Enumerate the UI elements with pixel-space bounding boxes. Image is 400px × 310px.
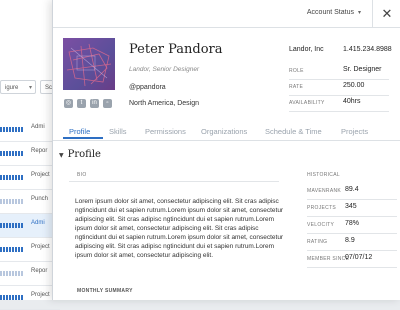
background-list-row[interactable]: Repor — [0, 262, 60, 286]
historical-key: MAVENRANK — [307, 188, 342, 194]
company-name: Landor, Inc — [289, 46, 324, 53]
progress-bars — [0, 199, 24, 204]
background-filter-label-2: Sc — [45, 85, 53, 91]
bio-text: Lorem ipsum dolor sit amet, consectetur … — [75, 198, 284, 259]
dribbble-icon[interactable]: ◎ — [64, 99, 73, 108]
field-value: 250.00 — [343, 82, 365, 89]
profile-subtitle: Landor, Senior Designer — [129, 66, 200, 73]
divider — [69, 181, 279, 182]
active-tab-indicator — [63, 137, 103, 139]
background-list-row[interactable]: Admi — [0, 118, 60, 142]
bio-label: BIO — [77, 172, 87, 178]
close-button[interactable]: ✕ — [372, 0, 400, 27]
profile-tabs: Profile Skills Permissions Organizations… — [53, 124, 400, 141]
historical-row: MAVENRANK 89.4 — [307, 182, 397, 200]
background-list-row[interactable]: Project — [0, 286, 60, 310]
historical-row: VELOCITY 78% — [307, 216, 397, 234]
chevron-down-icon: ▾ — [357, 10, 361, 16]
progress-bars — [0, 127, 24, 132]
profile-location: North America, Design — [129, 100, 200, 107]
progress-bars — [0, 295, 24, 300]
company-contact: Landor, Inc 1.415.234.8988 — [289, 46, 399, 53]
close-icon: ✕ — [381, 6, 393, 21]
historical-key: MEMBER SINCE — [307, 256, 350, 262]
account-status-dropdown[interactable]: Account Status ▾ — [307, 9, 361, 16]
historical-row: RATING 8.9 — [307, 233, 397, 251]
caret-down-icon: ▼ — [59, 152, 64, 159]
historical-key: VELOCITY — [307, 222, 335, 228]
field-availability: AVAILABILITY 40hrs — [289, 95, 389, 112]
social-links: ◎ t in ▫ — [64, 99, 112, 108]
twitter-icon[interactable]: t — [77, 99, 86, 108]
background-list-label: Project — [31, 292, 50, 298]
background-list-label: Repor — [31, 268, 48, 274]
background-list-label: Project — [31, 172, 50, 178]
historical-row: MEMBER SINCE 07/07/12 — [307, 250, 397, 268]
background-list-label: Project — [31, 244, 50, 250]
field-label: AVAILABILITY — [289, 100, 325, 106]
historical-value: 345 — [345, 203, 357, 210]
avatar-image — [66, 43, 112, 87]
background-list-label: Punch — [31, 196, 49, 202]
profile-panel: Account Status ▾ ✕ Peter Pandora Landor, … — [52, 0, 400, 300]
profile-name: Peter Pandora — [129, 42, 223, 57]
background-list: Admi Repor Project Punch Admi Project Repor Pro… — [0, 118, 60, 310]
background-list-row[interactable]: Project — [0, 166, 60, 190]
historical-key: RATING — [307, 239, 328, 245]
field-rate: RATE 250.00 — [289, 79, 389, 96]
progress-bars — [0, 223, 24, 228]
background-list-label: Admi — [31, 220, 45, 226]
historical-value: 89.4 — [345, 186, 359, 193]
phone-number[interactable]: 1.415.234.8988 — [343, 46, 392, 53]
account-status-label: Account Status — [306, 9, 354, 16]
tab-projects[interactable]: Projects — [341, 127, 368, 136]
historical-value: 8.9 — [345, 237, 355, 244]
field-label: RATE — [289, 84, 304, 90]
tab-organizations[interactable]: Organizations — [201, 127, 247, 136]
progress-bars — [0, 151, 24, 156]
progress-bars — [0, 175, 24, 180]
background-filter-dropdown[interactable]: igure ▾ — [0, 80, 36, 94]
background-filter-label: igure — [5, 85, 19, 91]
chat-icon[interactable]: ▫ — [103, 99, 112, 108]
background-list-row[interactable]: Punch — [0, 190, 60, 214]
historical-value: 07/07/12 — [345, 254, 373, 261]
section-header[interactable]: ▼ Profile — [59, 149, 101, 160]
linkedin-icon[interactable]: in — [90, 99, 99, 108]
background-list-row[interactable]: Admi — [0, 214, 60, 238]
panel-topbar: Account Status ▾ ✕ — [53, 0, 400, 28]
section-title: Profile — [67, 149, 101, 160]
field-role: ROLE Sr. Designer — [289, 63, 389, 80]
tab-permissions[interactable]: Permissions — [145, 127, 186, 136]
chevron-down-icon: ▾ — [28, 85, 32, 91]
field-value: Sr. Designer — [343, 66, 382, 73]
tab-skills[interactable]: Skills — [109, 127, 127, 136]
avatar — [63, 38, 115, 90]
tab-profile[interactable]: Profile — [69, 127, 90, 136]
progress-bars — [0, 271, 24, 276]
profile-handle: @ppandora — [129, 84, 166, 91]
historical-key: PROJECTS — [307, 205, 337, 211]
historical-label: HISTORICAL — [307, 172, 340, 178]
background-list-label: Admi — [31, 124, 45, 130]
field-value: 40hrs — [343, 98, 361, 105]
historical-row: PROJECTS 345 — [307, 199, 397, 217]
background-list-row[interactable]: Repor — [0, 142, 60, 166]
field-label: ROLE — [289, 68, 304, 74]
tab-schedule-time[interactable]: Schedule & Time — [265, 127, 322, 136]
progress-bars — [0, 247, 24, 252]
monthly-summary-label: MONTHLY SUMMARY — [77, 288, 133, 294]
historical-value: 78% — [345, 220, 360, 227]
background-list-label: Repor — [31, 148, 48, 154]
background-list-row[interactable]: Project — [0, 238, 60, 262]
